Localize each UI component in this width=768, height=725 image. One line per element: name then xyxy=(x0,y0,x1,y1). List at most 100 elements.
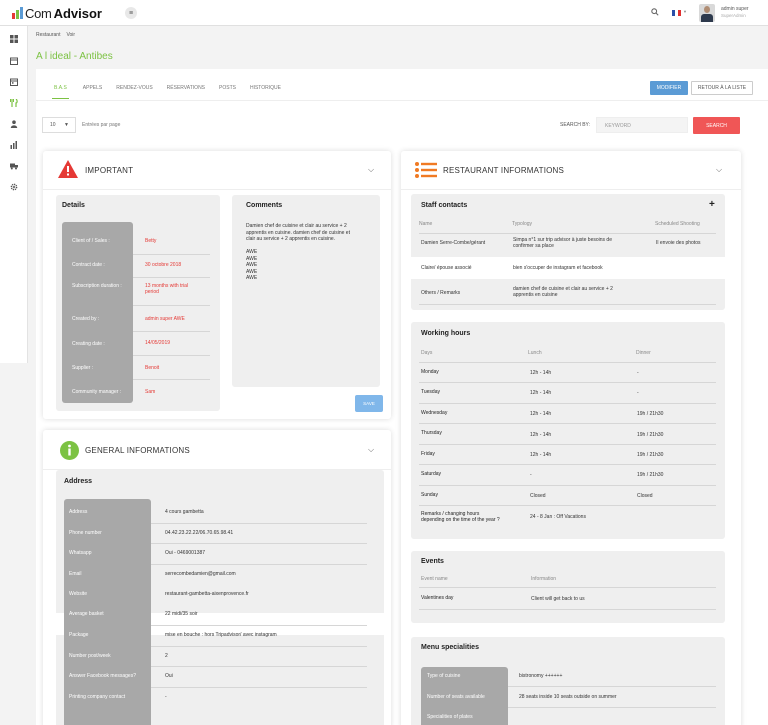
website-link[interactable]: restaurant-gambetta-aixenprovence.fr xyxy=(165,591,249,597)
search-input[interactable]: KEYWORD xyxy=(596,117,688,133)
detail-value: admin super AWE xyxy=(145,316,185,322)
calendar-icon[interactable] xyxy=(9,78,19,88)
detail-value: Benoit xyxy=(145,365,160,371)
chart-icon[interactable] xyxy=(9,141,19,151)
staff-typology: Simpa n°1 sur trip advisor à juste besoi… xyxy=(513,237,643,249)
save-button[interactable]: SAVE xyxy=(355,395,383,412)
address-label: Whatsapp xyxy=(69,550,92,556)
back-to-list-button[interactable]: RETOUR À LA LISTE xyxy=(691,81,753,95)
entries-per-page-label: Entrées par page xyxy=(82,122,121,128)
day-cell: Thursday xyxy=(421,430,442,436)
remarks-label: Remarks / changing hours depending on the… xyxy=(421,511,521,523)
row-divider xyxy=(151,523,367,524)
row-divider xyxy=(133,331,210,332)
row-divider xyxy=(151,625,367,626)
comments-panel: Comments Damien chef de cuisine et clair… xyxy=(232,195,380,387)
detail-value: 14/05/2019 xyxy=(145,340,171,346)
chevron-down-icon[interactable]: ⌵ xyxy=(716,165,722,175)
restaurant-icon[interactable] xyxy=(9,98,19,109)
address-title: Address xyxy=(64,478,93,485)
address-label: Printing company contact xyxy=(69,694,126,700)
entries-per-page-value: 10 xyxy=(50,122,56,128)
dinner-cell: 19h / 21h30 xyxy=(637,411,664,417)
events-title: Events xyxy=(421,558,444,565)
tab-posts[interactable]: POSTS xyxy=(219,85,236,99)
search-button[interactable]: SEARCH xyxy=(693,117,740,134)
lunch-cell: - xyxy=(530,472,532,478)
restaurant-title: RESTAURANT INFORMATIONS xyxy=(443,166,565,175)
menu-toggle-button[interactable]: ≡ xyxy=(125,7,137,19)
tab-appels[interactable]: APPELS xyxy=(83,85,102,99)
staff-contacts-panel: Staff contacts + Name Typology Scheduled… xyxy=(411,194,725,310)
row-divider xyxy=(419,423,716,424)
hours-header-dinner: Dinner xyxy=(636,350,651,356)
dinner-cell: 19h / 21h30 xyxy=(637,452,664,458)
package-value: mise en bouche : hors Tripadvisor/ avec … xyxy=(165,632,277,638)
settings-icon[interactable] xyxy=(9,183,19,193)
entries-per-page-select[interactable]: 10 ▼ xyxy=(42,117,76,133)
users-icon[interactable] xyxy=(9,120,19,130)
row-divider xyxy=(419,382,716,383)
hours-header-days: Days xyxy=(421,350,433,356)
avatar[interactable] xyxy=(699,4,715,22)
modify-button[interactable]: MODIFIER xyxy=(650,81,688,95)
menu-label: Type of cuisine xyxy=(427,673,461,679)
card-divider xyxy=(43,189,391,190)
dinner-cell: - xyxy=(637,370,639,376)
post-week-value: 2 xyxy=(165,653,168,659)
address-label: Number post/week xyxy=(69,653,111,659)
typology-line: apprentis en cuisine xyxy=(513,292,558,298)
list-icon xyxy=(415,162,437,178)
lunch-cell: 12h - 14h xyxy=(530,411,552,417)
details-title: Details xyxy=(62,202,85,209)
typology-line: confirmer sa place xyxy=(513,243,554,249)
tab-reservations[interactable]: RÉSERVATIONS xyxy=(167,85,205,99)
comments-text: Damien chef de cuisine et clair au servi… xyxy=(246,223,376,282)
search-icon[interactable] xyxy=(651,8,661,18)
info-icon xyxy=(60,441,79,460)
truck-icon[interactable] xyxy=(9,162,19,172)
day-cell: Friday xyxy=(421,451,435,457)
details-panel: Details Client of / Sales : Betty Contra… xyxy=(56,195,220,411)
row-divider xyxy=(133,355,210,356)
add-staff-button[interactable]: + xyxy=(709,199,715,210)
restaurant-informations-card: RESTAURANT INFORMATIONS ⌵ Staff contacts… xyxy=(401,151,741,725)
lunch-cell: 12h - 14h xyxy=(530,390,552,396)
france-flag-icon[interactable] xyxy=(672,10,681,16)
row-divider xyxy=(133,305,210,306)
tab-rendez-vous[interactable]: RENDEZ-VOUS xyxy=(116,85,152,99)
chevron-down-icon[interactable]: ⌵ xyxy=(368,445,374,455)
row-divider xyxy=(151,687,367,688)
comments-title: Comments xyxy=(246,202,283,209)
important-card: IMPORTANT ⌵ Details Client of / Sales : … xyxy=(43,151,391,419)
dashboard-icon[interactable] xyxy=(9,35,19,45)
tab-historique[interactable]: HISTORIQUE xyxy=(250,85,281,99)
staff-title: Staff contacts xyxy=(421,202,468,209)
basket-value: 22 midi/35 soir xyxy=(165,611,198,617)
detail-label: Subscription duration : xyxy=(72,283,122,289)
tab-bas[interactable]: B.A.S xyxy=(52,85,69,99)
day-cell: Wednesday xyxy=(421,410,448,416)
calendar-icon[interactable] xyxy=(9,57,19,67)
general-title: GENERAL INFORMATIONS xyxy=(85,446,190,455)
staff-name: Claire/ épouse associé xyxy=(421,265,472,271)
working-hours-panel: Working hours Days Lunch Dinner Monday 1… xyxy=(411,322,725,539)
remarks-label-line: depending on the time of the year ? xyxy=(421,517,500,523)
dinner-cell: 19h / 21h30 xyxy=(637,472,664,478)
dinner-cell: Closed xyxy=(637,493,653,499)
menu-value: 28 seats inside 10 seats outside on summ… xyxy=(519,694,617,700)
dinner-cell: - xyxy=(637,390,639,396)
row-divider xyxy=(133,379,210,380)
address-label: Average basket xyxy=(69,611,104,617)
day-cell: Sunday xyxy=(421,492,438,498)
logo[interactable]: Com Advisor xyxy=(12,4,102,22)
day-cell: Saturday xyxy=(421,471,442,477)
detail-label: Supplier : xyxy=(72,365,94,371)
chevron-down-icon[interactable]: ⌵ xyxy=(368,165,374,175)
row-divider xyxy=(133,277,210,278)
breadcrumb-item[interactable]: Restaurant xyxy=(36,32,60,38)
remarks-value: 24 - 8 Jan : Off Vacations xyxy=(530,514,586,520)
search-label: SEARCH BY: xyxy=(560,122,591,128)
lunch-cell: Closed xyxy=(530,493,546,499)
row-divider xyxy=(151,646,367,647)
